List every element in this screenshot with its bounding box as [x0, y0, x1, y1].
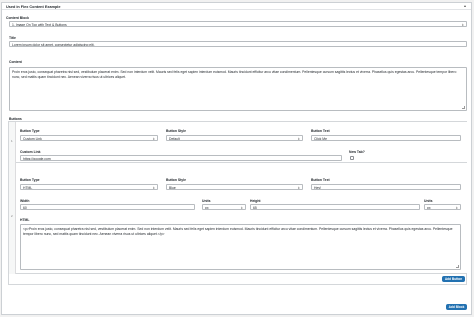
buttons-repeater: 1 Button Type Custom Link ⇕ Button Style…: [8, 121, 467, 285]
content-block-value: 1. Image On Top with Text & Buttons: [12, 23, 67, 27]
height-units-select[interactable]: px ⇕: [424, 204, 461, 210]
button-type-value: Custom Link: [23, 137, 42, 141]
height-value: 65: [253, 206, 257, 210]
width-units-select[interactable]: px ⇕: [202, 204, 246, 210]
updown-arrows-icon: ⇕: [152, 185, 155, 190]
button-text-label: Button Text: [311, 178, 330, 182]
custom-link-value: https://google.com: [23, 157, 51, 161]
updown-arrows-icon: ⇕: [461, 22, 464, 27]
button-text-value: Hey!: [314, 186, 321, 190]
width-units-label: Units: [202, 199, 211, 203]
button-type-select[interactable]: HTML ⇕: [20, 184, 158, 190]
resize-handle-icon[interactable]: [462, 106, 465, 109]
chevron-up-icon[interactable]: [464, 5, 467, 8]
button-type-select[interactable]: Custom Link ⇕: [20, 135, 158, 141]
button-style-select[interactable]: Default ⇕: [166, 135, 303, 141]
content-value: Proin eros justo, consequat pharetra nis…: [12, 70, 457, 79]
button-style-select[interactable]: Blue ⇕: [166, 184, 303, 190]
updown-arrows-icon: ⇕: [297, 136, 300, 141]
panel-title: Used in Flex Content Example: [6, 4, 61, 9]
button-style-label: Button Style: [166, 129, 186, 133]
content-label: Content: [9, 60, 22, 64]
row-handle-2[interactable]: 2: [9, 163, 16, 274]
add-block-button[interactable]: Add Block: [446, 304, 467, 310]
button-text-label: Button Text: [311, 129, 330, 133]
width-value: 60: [23, 206, 27, 210]
button-type-label: Button Type: [20, 129, 40, 133]
button-style-value: Blue: [169, 186, 176, 190]
html-value: <p>Proin eros justo, consequat pharetra …: [23, 227, 453, 236]
new-tab-label: New Tab?: [349, 150, 365, 154]
title-input[interactable]: Lorem ipsum dolor sit amet, consectetur …: [9, 41, 467, 47]
updown-arrows-icon: ⇕: [152, 136, 155, 141]
custom-link-input[interactable]: https://google.com: [20, 155, 342, 161]
new-tab-checkbox[interactable]: [350, 156, 354, 160]
height-input[interactable]: 65: [250, 204, 420, 210]
button-style-label: Button Style: [166, 178, 186, 182]
row-number: 1: [11, 139, 13, 143]
title-label: Title: [9, 36, 16, 40]
button-text-input[interactable]: Hey!: [311, 184, 461, 190]
width-label: Width: [20, 199, 30, 203]
custom-link-label: Custom Link: [20, 150, 41, 154]
updown-arrows-icon: ⇕: [240, 205, 243, 210]
height-units-label: Units: [424, 199, 433, 203]
title-value: Lorem ipsum dolor sit amet, consectetur …: [12, 43, 95, 47]
panel-header[interactable]: Used in Flex Content Example: [2, 3, 471, 10]
html-label: HTML: [20, 218, 30, 222]
button-type-value: HTML: [23, 186, 33, 190]
row-handle-1[interactable]: 1: [9, 122, 16, 163]
width-units-value: px: [205, 206, 209, 210]
height-label: Height: [250, 199, 261, 203]
button-text-value: Click Me: [314, 137, 327, 141]
content-textarea[interactable]: Proin eros justo, consequat pharetra nis…: [9, 67, 467, 111]
width-input[interactable]: 60: [20, 204, 195, 210]
button-row-1: Button Type Custom Link ⇕ Button Style D…: [16, 122, 467, 163]
button-row-2: Button Type HTML ⇕ Button Style Blue ⇕ B…: [16, 163, 467, 274]
button-style-value: Default: [169, 137, 180, 141]
content-block-label: Content Block: [6, 16, 29, 20]
html-textarea[interactable]: <p>Proin eros justo, consequat pharetra …: [20, 224, 461, 270]
content-block-select[interactable]: 1. Image On Top with Text & Buttons ⇕: [9, 21, 467, 27]
updown-arrows-icon: ⇕: [297, 185, 300, 190]
resize-handle-icon[interactable]: [456, 265, 459, 268]
button-text-input[interactable]: Click Me: [311, 135, 461, 141]
button-type-label: Button Type: [20, 178, 40, 182]
height-units-value: px: [427, 206, 431, 210]
row-number: 2: [11, 214, 13, 218]
updown-arrows-icon: ⇕: [455, 205, 458, 210]
add-button-button[interactable]: Add Button: [442, 276, 465, 282]
